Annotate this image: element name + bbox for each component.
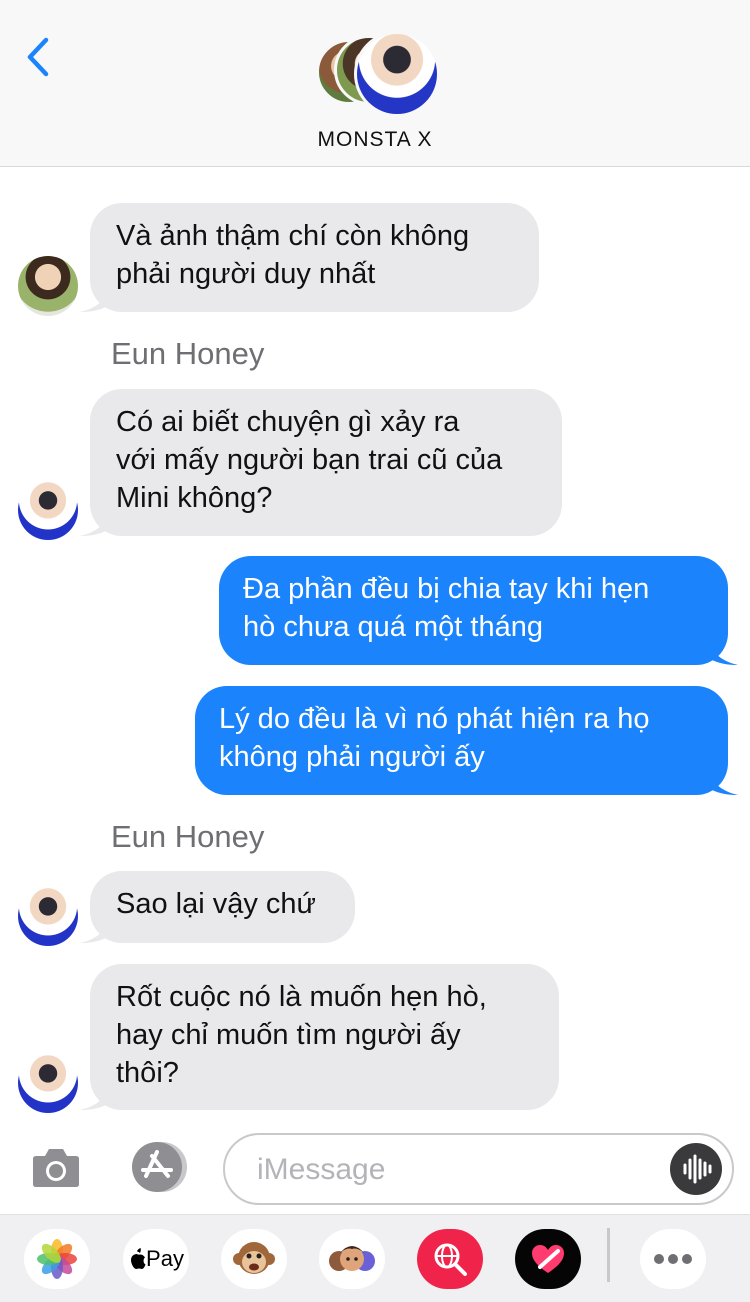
message-text-line: hò chưa quá một tháng xyxy=(243,611,543,643)
message-bubble-incoming[interactable]: Rốt cuộc nó là muốn hẹn hò, hay chỉ muốn… xyxy=(80,964,559,1110)
photos-icon xyxy=(37,1239,77,1279)
digital-touch-button[interactable] xyxy=(515,1229,581,1289)
sender-name: Eun Honey xyxy=(111,336,265,371)
message-text-line: Lý do đều là vì nó phát hiện ra họ xyxy=(219,703,650,735)
bubble-tail xyxy=(80,508,110,536)
apple-pay-label: Pay xyxy=(146,1246,184,1271)
message-text-line: Và ảnh thậm chí còn không xyxy=(116,220,470,252)
sender-avatar[interactable] xyxy=(18,886,78,946)
bubble-tail xyxy=(708,637,738,665)
drawer-divider xyxy=(607,1228,610,1282)
memoji-stickers-icon xyxy=(329,1246,375,1271)
message-bubble-incoming[interactable]: Có ai biết chuyện gì xảy ra với mấy ngườ… xyxy=(80,389,562,536)
message-text-line: Đa phần đều bị chia tay khi hẹn xyxy=(243,573,650,605)
sender-avatar[interactable] xyxy=(18,256,78,316)
message-input[interactable] xyxy=(255,1147,659,1193)
apple-pay-button[interactable]: Pay xyxy=(123,1229,189,1289)
message-text-line: thôi? xyxy=(116,1057,179,1089)
photos-app-button[interactable] xyxy=(24,1229,90,1289)
animoji-monkey-icon xyxy=(233,1242,275,1274)
bubble-tail xyxy=(708,767,738,795)
back-button[interactable] xyxy=(22,34,58,80)
message-text-line: Mini không? xyxy=(116,482,273,514)
conversation-header: MONSTA X xyxy=(0,0,750,167)
digital-touch-icon xyxy=(532,1245,564,1273)
more-apps-button[interactable] xyxy=(640,1229,706,1289)
camera-button[interactable] xyxy=(30,1144,82,1190)
apple-pay-icon xyxy=(131,1248,146,1269)
bubble-tail xyxy=(80,1082,110,1110)
audio-waveform-icon xyxy=(683,1154,712,1184)
chevron-left-icon xyxy=(27,37,49,77)
group-member-avatar xyxy=(354,31,440,117)
conversation-title[interactable]: MONSTA X xyxy=(0,128,750,152)
web-search-button[interactable] xyxy=(417,1229,483,1289)
message-bubble-incoming[interactable]: Và ảnh thậm chí còn không phải người duy… xyxy=(80,203,539,312)
message-text-line: Có ai biết chuyện gì xảy ra xyxy=(116,406,460,438)
app-store-icon xyxy=(132,1142,187,1192)
sender-avatar[interactable] xyxy=(18,1053,78,1113)
message-text-line: với mấy người bạn trai cũ của xyxy=(116,444,503,476)
message-text-line: phải người duy nhất xyxy=(116,258,376,290)
bubble-tail xyxy=(80,284,110,312)
memoji-stickers-button[interactable] xyxy=(319,1229,385,1289)
bubble-tail xyxy=(80,915,110,943)
group-avatar[interactable] xyxy=(316,31,440,117)
message-text-line: Sao lại vậy chứ xyxy=(116,888,316,920)
message-bubble-outgoing[interactable]: Đa phần đều bị chia tay khi hẹn hò chưa … xyxy=(219,556,738,665)
app-store-button[interactable] xyxy=(126,1140,190,1194)
message-text-line: không phải người ấy xyxy=(219,741,485,773)
message-input-field[interactable] xyxy=(223,1133,734,1205)
composer-bar xyxy=(0,1124,750,1214)
audio-message-button[interactable] xyxy=(670,1143,722,1195)
app-drawer: Pay xyxy=(0,1214,750,1302)
message-bubble-outgoing[interactable]: Lý do đều là vì nó phát hiện ra họ không… xyxy=(195,686,738,795)
sender-name: Eun Honey xyxy=(111,819,265,854)
animoji-button[interactable] xyxy=(221,1229,287,1289)
camera-icon xyxy=(33,1149,79,1187)
sender-avatar[interactable] xyxy=(18,480,78,540)
message-text-line: hay chỉ muốn tìm người ấy xyxy=(116,1019,461,1051)
web-search-icon xyxy=(434,1243,467,1276)
message-bubble-incoming[interactable]: Sao lại vậy chứ xyxy=(80,871,355,943)
message-text-line: Rốt cuộc nó là muốn hẹn hò, xyxy=(116,981,487,1013)
more-icon xyxy=(654,1254,692,1264)
